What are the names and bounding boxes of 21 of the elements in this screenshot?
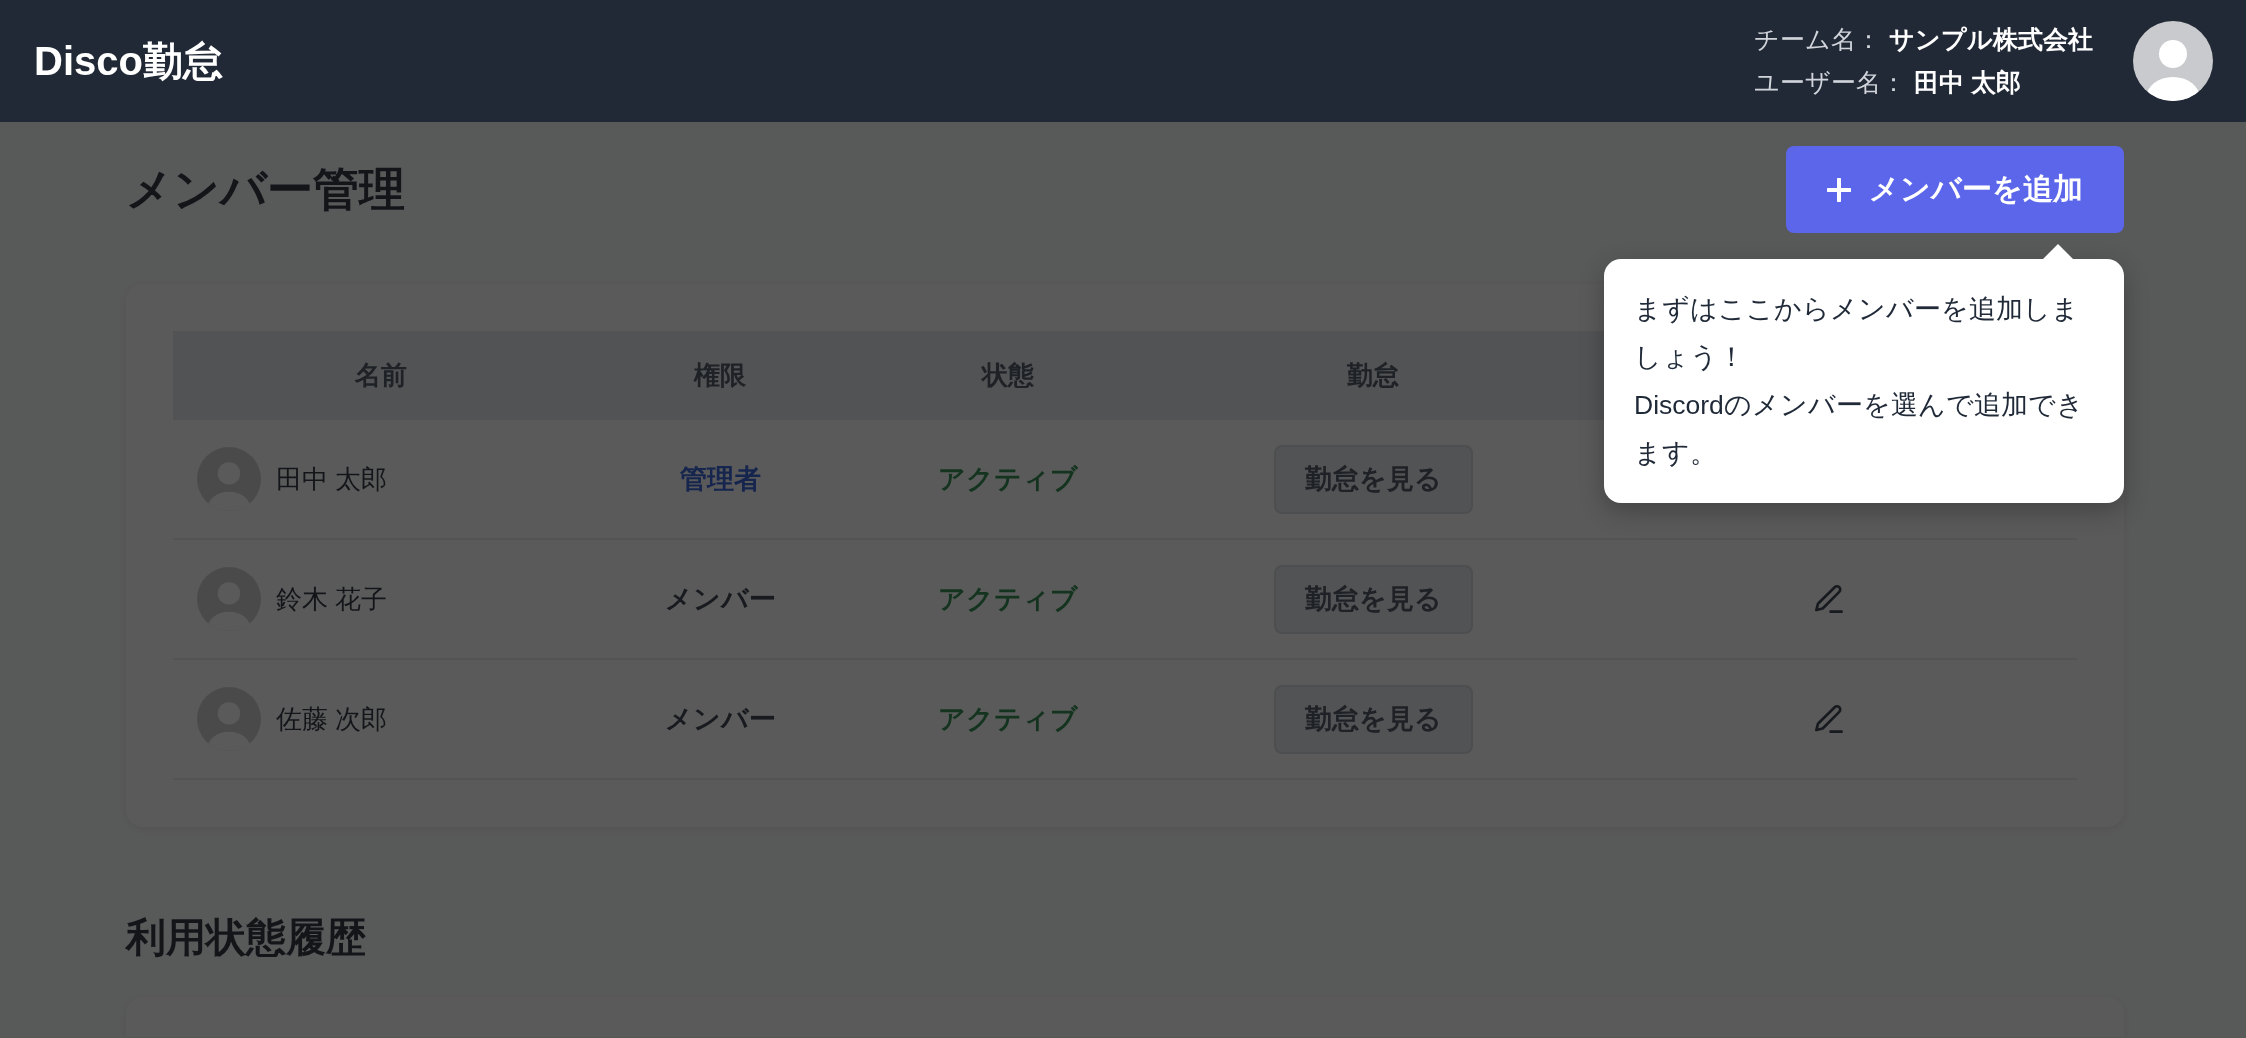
add-member-button[interactable]: メンバーを追加 xyxy=(1786,146,2124,233)
role-label: メンバー xyxy=(664,583,776,616)
role-label: メンバー xyxy=(664,703,776,736)
team-label: チーム名： xyxy=(1754,24,1881,55)
section-title: 利用状態履歴 xyxy=(126,914,366,960)
page-title: メンバー管理 xyxy=(126,161,405,217)
member-name: 佐藤 次郎 xyxy=(276,702,388,736)
user-name: 田中 太郎 xyxy=(1914,67,2021,98)
app-title: Disco勤怠 xyxy=(34,37,223,85)
user-label: ユーザー名： xyxy=(1754,67,1906,98)
user-avatar-icon[interactable] xyxy=(2133,21,2213,101)
tooltip-text: まずはここからメンバーを追加しましょう！ xyxy=(1634,293,2080,374)
tooltip-text: Discordのメンバーを選んで追加できます。 xyxy=(1634,389,2085,470)
member-name: 鈴木 花子 xyxy=(276,582,388,616)
status-label: アクティブ xyxy=(938,703,1078,736)
status-label: アクティブ xyxy=(938,463,1078,496)
role-label: 管理者 xyxy=(679,463,761,496)
plus-icon xyxy=(1827,177,1851,202)
team-name: サンプル株式会社 xyxy=(1889,24,2093,55)
member-name: 田中 太郎 xyxy=(276,462,388,496)
status-label: アクティブ xyxy=(938,583,1078,616)
